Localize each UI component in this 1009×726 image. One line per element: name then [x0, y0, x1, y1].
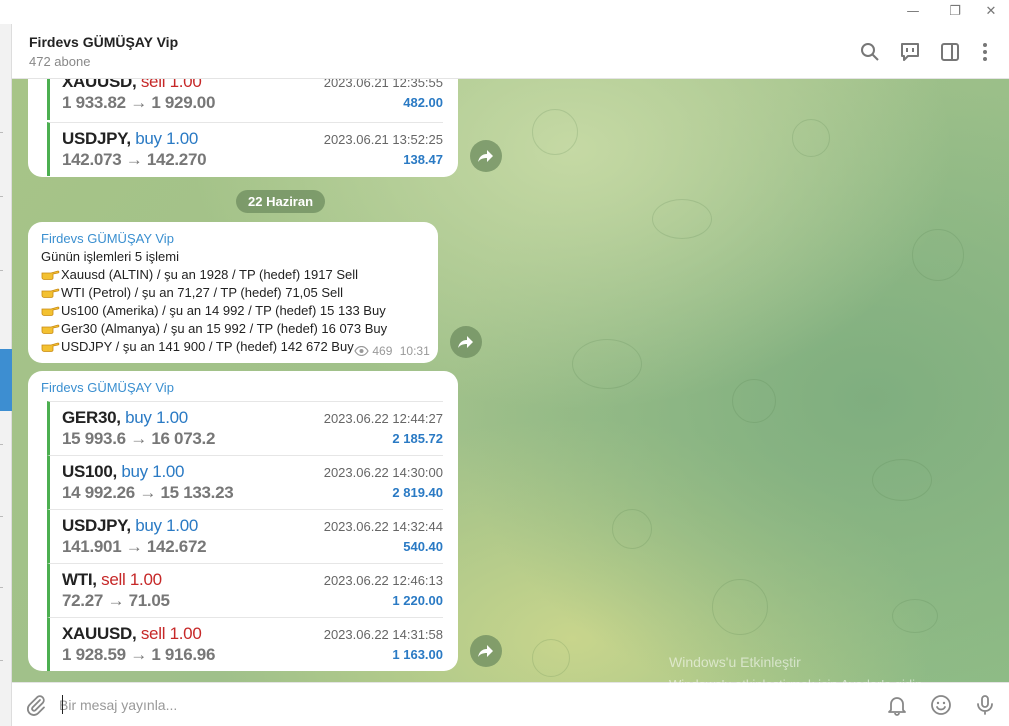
trade-message-bubble[interactable]: Firdevs GÜMÜŞAY Vip GER30, buy 1.00 15 9…: [28, 371, 458, 671]
sidebar-toggle-icon[interactable]: [939, 41, 961, 63]
trade-side: buy: [121, 462, 148, 481]
trade-side: sell: [140, 624, 166, 643]
trade-qty: 1.00: [152, 462, 185, 481]
trade-datetime: 2023.06.21 12:35:55: [323, 79, 443, 90]
trade-qty: 1.00: [156, 408, 188, 427]
trade-side: buy: [135, 516, 162, 535]
text-message-bubble[interactable]: Firdevs GÜMÜŞAY Vip Günün işlemleri 5 iş…: [28, 222, 438, 363]
trade-prices: 1 928.59 → 1 916.96: [62, 645, 216, 664]
minimize-icon[interactable]: —: [905, 4, 921, 20]
trade-profit: 540.40: [403, 539, 443, 554]
trade-symbol: USDJPY,: [62, 129, 131, 148]
discussion-icon[interactable]: [899, 41, 921, 63]
trade-qty: 1.00: [166, 516, 199, 535]
activation-watermark-text: Windows'u etkinleştirmek için Ayarlar'a …: [669, 677, 926, 692]
trade-symbol: XAUUSD,: [62, 624, 137, 643]
message-sender[interactable]: Firdevs GÜMÜŞAY Vip: [41, 380, 174, 395]
message-composer: Windows'u etkinleştirmek için Ayarlar'a …: [12, 677, 1009, 726]
trade-symbol: GER30,: [62, 408, 121, 427]
forward-button[interactable]: [470, 635, 502, 667]
message-area[interactable]: XAUUSD, sell 1.00 1 933.82 → 1 929.00 20…: [12, 79, 1009, 682]
trade-qty: 1.00: [169, 624, 202, 643]
trade-prices: 1 933.82 → 1 929.00: [62, 93, 216, 112]
eye-icon: [354, 345, 369, 357]
pointing-hand-emoji: [41, 342, 60, 352]
message-meta: 469 10:31: [354, 344, 430, 358]
pointing-hand-emoji: [41, 270, 60, 280]
chat-list-strip[interactable]: [0, 24, 12, 726]
bell-icon[interactable]: [885, 693, 909, 717]
trade-qty: 1.00: [166, 129, 199, 148]
restore-icon[interactable]: ❐: [947, 4, 963, 20]
pointing-hand-emoji: [41, 288, 60, 298]
close-icon[interactable]: ✕: [983, 4, 999, 20]
date-separator: 22 Haziran: [236, 190, 326, 213]
trade-row: XAUUSD, sell 1.00 1 928.59 → 1 916.96 20…: [47, 617, 443, 671]
pointing-hand-emoji: [41, 324, 60, 334]
microphone-icon[interactable]: [973, 693, 997, 717]
trade-profit: 482.00: [403, 95, 443, 110]
trade-symbol: USDJPY,: [62, 516, 131, 535]
trade-symbol: XAUUSD,: [62, 79, 137, 91]
chat-header: Firdevs GÜMÜŞAY Vip 472 abone: [12, 24, 1009, 79]
message-sender[interactable]: Firdevs GÜMÜŞAY Vip: [41, 231, 174, 246]
trade-datetime: 2023.06.22 14:30:00: [323, 465, 443, 480]
message-line: Xauusd (ALTIN) / şu an 1928 / TP (hedef)…: [41, 267, 358, 282]
more-vertical-icon[interactable]: [974, 41, 996, 63]
forward-button[interactable]: [450, 326, 482, 358]
trade-row: USDJPY, buy 1.00 141.901 → 142.672 2023.…: [47, 509, 443, 563]
forward-button[interactable]: [470, 140, 502, 172]
trade-row: WTI, sell 1.00 72.27 → 71.05 2023.06.22 …: [47, 563, 443, 617]
trade-datetime: 2023.06.22 14:31:58: [323, 627, 443, 642]
message-intro: Günün işlemleri 5 işlemi: [41, 249, 179, 264]
trade-qty: 1.00: [129, 570, 162, 589]
trade-side: sell: [140, 79, 166, 91]
activation-watermark-title: Windows'u Etkinleştir: [669, 654, 801, 670]
trade-side: buy: [135, 129, 162, 148]
forward-icon: [478, 645, 493, 657]
view-count: 469: [372, 344, 393, 358]
window-titlebar: — ❐ ✕: [0, 0, 1009, 24]
trade-row: US100, buy 1.00 14 992.26 → 15 133.23 20…: [47, 455, 443, 509]
trade-datetime: 2023.06.22 14:32:44: [323, 519, 443, 534]
message-line: WTI (Petrol) / şu an 71,27 / TP (hedef) …: [41, 285, 343, 300]
trade-profit: 2 819.40: [392, 485, 443, 500]
message-time: 10:31: [399, 344, 430, 358]
trade-datetime: 2023.06.21 13:52:25: [323, 132, 443, 147]
trade-prices: 142.073 → 142.270: [62, 150, 207, 169]
trade-datetime: 2023.06.22 12:44:27: [323, 411, 443, 426]
trade-prices: 141.901 → 142.672: [62, 537, 207, 556]
paperclip-icon[interactable]: [24, 693, 48, 717]
forward-icon: [458, 336, 473, 348]
trade-symbol: US100,: [62, 462, 117, 481]
channel-title[interactable]: Firdevs GÜMÜŞAY Vip: [29, 34, 178, 50]
search-icon[interactable]: [859, 41, 881, 63]
trade-profit: 138.47: [403, 152, 443, 167]
pointing-hand-emoji: [41, 306, 60, 316]
message-input[interactable]: [59, 695, 859, 715]
trade-datetime: 2023.06.22 12:46:13: [323, 573, 443, 588]
selected-chat-indicator[interactable]: [0, 349, 12, 411]
trade-row: XAUUSD, sell 1.00 1 933.82 → 1 929.00 20…: [47, 79, 443, 120]
trade-profit: 2 185.72: [392, 431, 443, 446]
text-caret: [62, 695, 63, 714]
trade-row: GER30, buy 1.00 15 993.6 → 16 073.2 2023…: [47, 401, 443, 455]
trade-symbol: WTI,: [62, 570, 97, 589]
emoji-icon[interactable]: [929, 693, 953, 717]
trade-side: sell: [101, 570, 126, 589]
subscriber-count: 472 abone: [29, 54, 91, 69]
trade-side: buy: [125, 408, 152, 427]
message-line: USDJPY / şu an 141 900 / TP (hedef) 142 …: [41, 339, 354, 354]
message-line: Us100 (Amerika) / şu an 14 992 / TP (hed…: [41, 303, 386, 318]
trade-row: USDJPY, buy 1.00 142.073 → 142.270 2023.…: [47, 122, 443, 176]
trade-profit: 1 163.00: [392, 647, 443, 662]
trade-qty: 1.00: [169, 79, 202, 91]
trade-prices: 15 993.6 → 16 073.2: [62, 429, 216, 448]
message-line: Ger30 (Almanya) / şu an 15 992 / TP (hed…: [41, 321, 387, 336]
trade-message-bubble[interactable]: XAUUSD, sell 1.00 1 933.82 → 1 929.00 20…: [28, 79, 458, 177]
trade-profit: 1 220.00: [392, 593, 443, 608]
forward-icon: [478, 150, 493, 162]
trade-prices: 14 992.26 → 15 133.23: [62, 483, 234, 502]
trade-prices: 72.27 → 71.05: [62, 591, 170, 610]
